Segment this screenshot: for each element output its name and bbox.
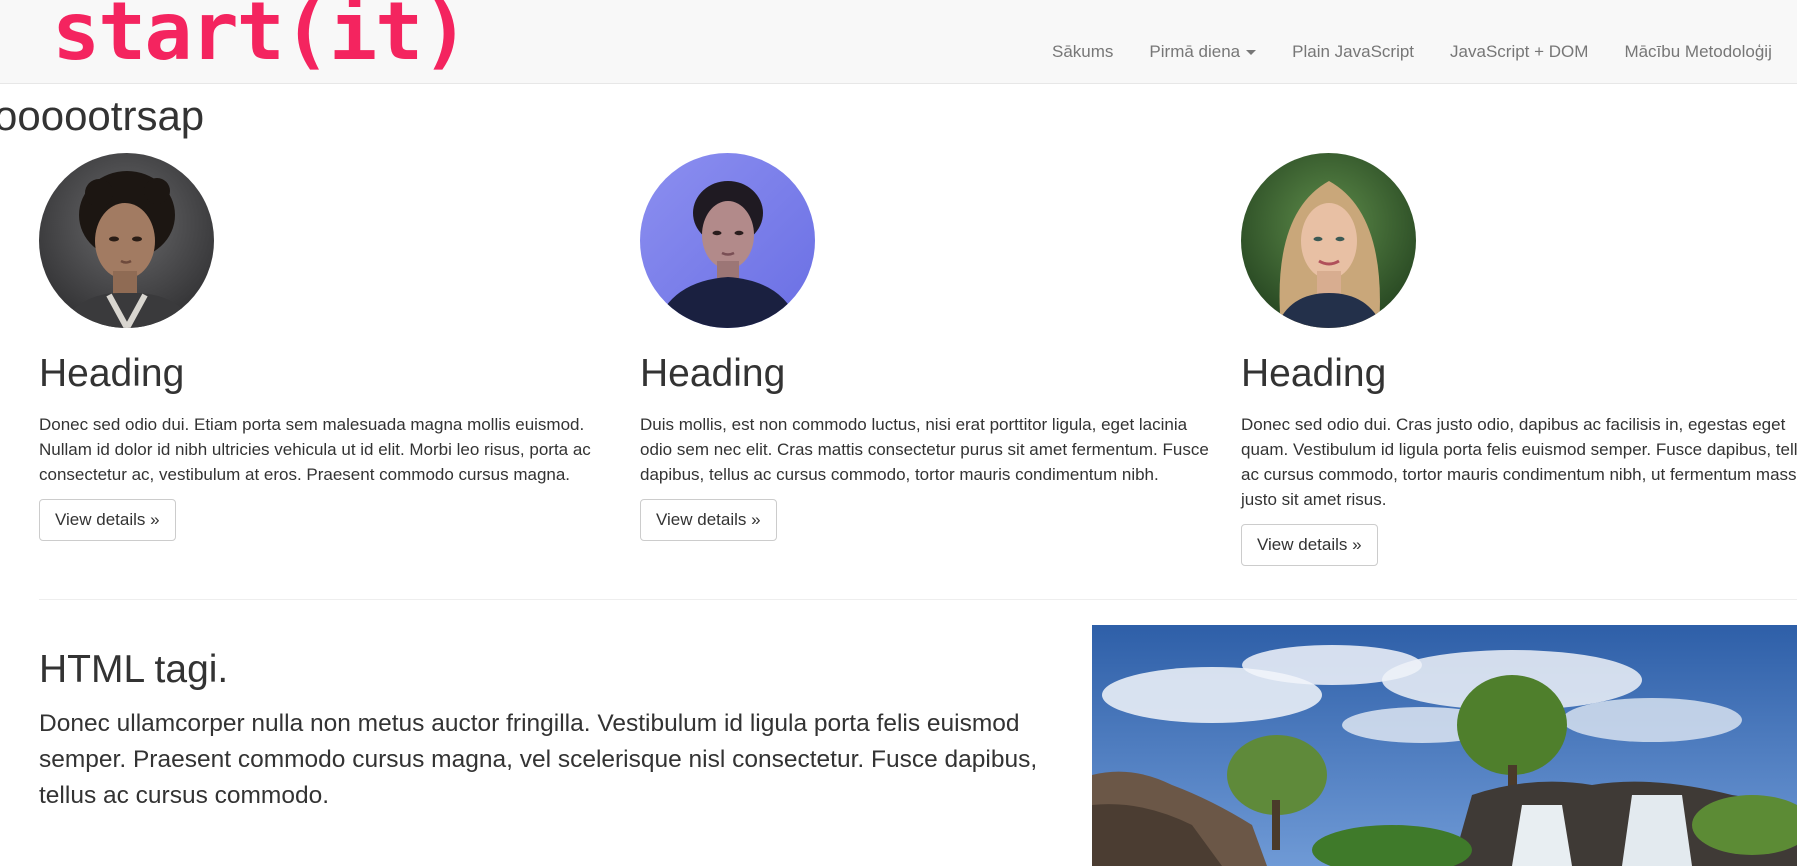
marketing-column-3: Heading Donec sed odio dui. Cras justo o…: [1241, 153, 1797, 566]
nav-item-plain-javascript[interactable]: Plain JavaScript: [1274, 42, 1432, 62]
navbar: start(it) Sākums Pirmā diena Plain JavaS…: [0, 0, 1797, 84]
column-text: Duis mollis, est non commodo luctus, nis…: [640, 414, 1209, 484]
page-title: oooootrsap: [0, 92, 205, 139]
marketing-column-1: Heading Donec sed odio dui. Etiam porta …: [39, 153, 609, 541]
featurette-divider: [39, 599, 1797, 600]
view-details-button[interactable]: View details »: [1241, 523, 1378, 566]
view-details-button[interactable]: View details »: [39, 498, 176, 541]
column-text: Donec sed odio dui. Etiam porta sem male…: [39, 414, 591, 484]
caret-down-icon: [1246, 50, 1257, 56]
marketing-column-2: Heading Duis mollis, est non commodo luc…: [640, 153, 1210, 541]
brand-logo[interactable]: start(it): [52, 0, 469, 72]
portrait-woman-dark-icon: [39, 153, 214, 328]
column-heading: Heading: [39, 352, 185, 395]
nav-item-macibu-metodologija[interactable]: Mācību Metodoloģij: [1606, 42, 1789, 62]
column-heading: Heading: [1241, 352, 1387, 395]
waterfall-landscape-image-icon: [1092, 625, 1797, 866]
column-text: Donec sed odio dui. Cras justo odio, dap…: [1241, 414, 1797, 509]
featurette-heading: HTML tagi.: [39, 648, 229, 691]
nav-links: Sākums Pirmā diena Plain JavaScript Java…: [1034, 42, 1790, 62]
view-details-button[interactable]: View details »: [640, 498, 777, 541]
nav-item-pirma-diena-label: Pirmā diena: [1149, 42, 1241, 61]
nav-item-sakums[interactable]: Sākums: [1034, 42, 1131, 62]
portrait-woman-green-icon: [1241, 153, 1416, 328]
nav-item-pirma-diena[interactable]: Pirmā diena: [1131, 42, 1274, 62]
portrait-woman-blue-icon: [640, 153, 815, 328]
column-heading: Heading: [640, 352, 786, 395]
nav-item-javascript-dom[interactable]: JavaScript + DOM: [1432, 42, 1606, 62]
featurette-lead-text: Donec ullamcorper nulla non metus auctor…: [39, 710, 1038, 809]
